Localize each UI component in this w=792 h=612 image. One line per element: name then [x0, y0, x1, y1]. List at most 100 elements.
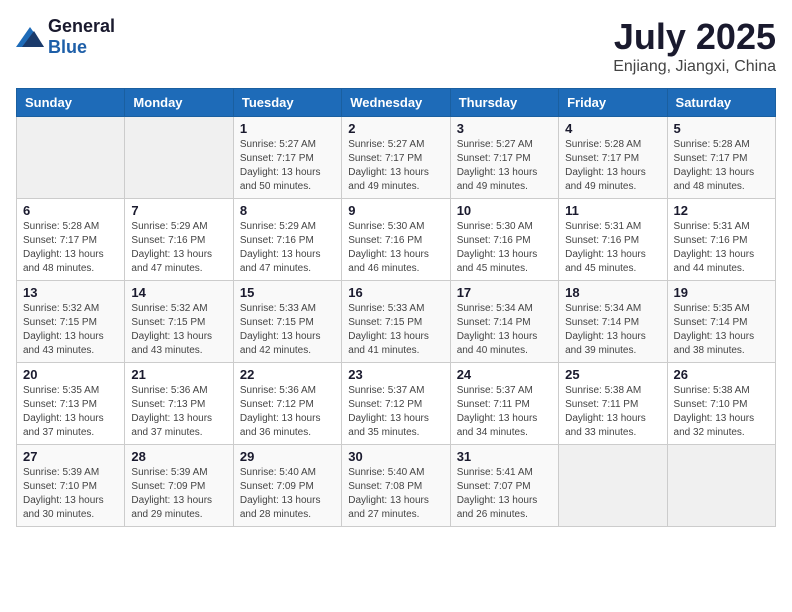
calendar-cell: 17Sunrise: 5:34 AMSunset: 7:14 PMDayligh… [450, 281, 558, 363]
day-info: Sunrise: 5:33 AMSunset: 7:15 PMDaylight:… [240, 302, 335, 358]
day-number: 27 [23, 449, 118, 464]
day-number: 22 [240, 367, 335, 382]
day-number: 8 [240, 203, 335, 218]
day-number: 9 [348, 203, 443, 218]
day-info: Sunrise: 5:36 AMSunset: 7:12 PMDaylight:… [240, 384, 335, 440]
day-header-sunday: Sunday [17, 89, 125, 117]
calendar-cell: 7 Sunrise: 5:29 AMSunset: 7:16 PMDaylight… [125, 199, 233, 281]
day-info: Sunrise: 5:40 AMSunset: 7:09 PMDaylight:… [240, 466, 335, 522]
calendar-cell: 13Sunrise: 5:32 AMSunset: 7:15 PMDayligh… [17, 281, 125, 363]
day-number: 19 [674, 285, 769, 300]
day-number: 14 [131, 285, 226, 300]
calendar-cell: 27 Sunrise: 5:39 AMSunset: 7:10 PMDayligh… [17, 445, 125, 527]
calendar-cell [17, 117, 125, 199]
day-number: 21 [131, 367, 226, 382]
day-info: Sunrise: 5:28 AMSunset: 7:17 PMDaylight:… [565, 138, 660, 194]
calendar-cell: 2 Sunrise: 5:27 AMSunset: 7:17 PMDaylight… [342, 117, 450, 199]
day-number: 5 [674, 121, 769, 136]
day-info: Sunrise: 5:31 AMSunset: 7:16 PMDaylight:… [674, 220, 769, 276]
calendar-cell: 30 Sunrise: 5:40 AMSunset: 7:08 PMDayligh… [342, 445, 450, 527]
calendar-cell: 8 Sunrise: 5:29 AMSunset: 7:16 PMDaylight… [233, 199, 341, 281]
day-info: Sunrise: 5:36 AMSunset: 7:13 PMDaylight:… [131, 384, 226, 440]
day-number: 20 [23, 367, 118, 382]
day-header-tuesday: Tuesday [233, 89, 341, 117]
week-row-2: 6Sunrise: 5:28 AMSunset: 7:17 PMDaylight… [17, 199, 776, 281]
day-info: Sunrise: 5:27 AMSunset: 7:17 PMDaylight:… [348, 138, 443, 194]
day-info: Sunrise: 5:38 AMSunset: 7:11 PMDaylight:… [565, 384, 660, 440]
day-info: Sunrise: 5:30 AMSunset: 7:16 PMDaylight:… [348, 220, 443, 276]
calendar-cell: 21 Sunrise: 5:36 AMSunset: 7:13 PMDayligh… [125, 363, 233, 445]
day-info: Sunrise: 5:29 AMSunset: 7:16 PMDaylight:… [131, 220, 226, 276]
calendar-cell [125, 117, 233, 199]
day-info: Sunrise: 5:33 AMSunset: 7:15 PMDaylight:… [348, 302, 443, 358]
day-number: 7 [131, 203, 226, 218]
calendar-cell: 22 Sunrise: 5:36 AMSunset: 7:12 PMDayligh… [233, 363, 341, 445]
calendar-cell: 16 Sunrise: 5:33 AMSunset: 7:15 PMDayligh… [342, 281, 450, 363]
day-info: Sunrise: 5:38 AMSunset: 7:10 PMDaylight:… [674, 384, 769, 440]
week-row-1: 1 Sunrise: 5:27 AMSunset: 7:17 PMDaylight… [17, 117, 776, 199]
title-section: July 2025 Enjiang, Jiangxi, China [613, 16, 776, 76]
day-info: Sunrise: 5:30 AMSunset: 7:16 PMDaylight:… [457, 220, 552, 276]
week-row-5: 27 Sunrise: 5:39 AMSunset: 7:10 PMDayligh… [17, 445, 776, 527]
day-info: Sunrise: 5:34 AMSunset: 7:14 PMDaylight:… [457, 302, 552, 358]
logo-blue: Blue [48, 37, 87, 57]
calendar-cell: 10 Sunrise: 5:30 AMSunset: 7:16 PMDayligh… [450, 199, 558, 281]
day-number: 31 [457, 449, 552, 464]
calendar-cell: 29 Sunrise: 5:40 AMSunset: 7:09 PMDayligh… [233, 445, 341, 527]
calendar-cell: 5 Sunrise: 5:28 AMSunset: 7:17 PMDaylight… [667, 117, 775, 199]
day-info: Sunrise: 5:35 AMSunset: 7:13 PMDaylight:… [23, 384, 118, 440]
location-title: Enjiang, Jiangxi, China [613, 58, 776, 76]
day-info: Sunrise: 5:41 AMSunset: 7:07 PMDaylight:… [457, 466, 552, 522]
day-number: 29 [240, 449, 335, 464]
day-number: 12 [674, 203, 769, 218]
calendar-cell: 9 Sunrise: 5:30 AMSunset: 7:16 PMDaylight… [342, 199, 450, 281]
calendar-table: SundayMondayTuesdayWednesdayThursdayFrid… [16, 88, 776, 527]
logo: General Blue [16, 16, 115, 58]
month-title: July 2025 [613, 16, 776, 58]
day-info: Sunrise: 5:29 AMSunset: 7:16 PMDaylight:… [240, 220, 335, 276]
calendar-cell: 14 Sunrise: 5:32 AMSunset: 7:15 PMDayligh… [125, 281, 233, 363]
calendar-cell: 20 Sunrise: 5:35 AMSunset: 7:13 PMDayligh… [17, 363, 125, 445]
calendar-cell: 18 Sunrise: 5:34 AMSunset: 7:14 PMDayligh… [559, 281, 667, 363]
day-number: 25 [565, 367, 660, 382]
calendar-cell: 28Sunrise: 5:39 AMSunset: 7:09 PMDayligh… [125, 445, 233, 527]
calendar-cell: 25 Sunrise: 5:38 AMSunset: 7:11 PMDayligh… [559, 363, 667, 445]
day-number: 10 [457, 203, 552, 218]
calendar-cell: 23 Sunrise: 5:37 AMSunset: 7:12 PMDayligh… [342, 363, 450, 445]
day-info: Sunrise: 5:37 AMSunset: 7:12 PMDaylight:… [348, 384, 443, 440]
calendar-cell: 4 Sunrise: 5:28 AMSunset: 7:17 PMDaylight… [559, 117, 667, 199]
calendar-cell: 15Sunrise: 5:33 AMSunset: 7:15 PMDayligh… [233, 281, 341, 363]
logo-general: General [48, 16, 115, 36]
day-number: 13 [23, 285, 118, 300]
day-number: 1 [240, 121, 335, 136]
day-info: Sunrise: 5:34 AMSunset: 7:14 PMDaylight:… [565, 302, 660, 358]
day-number: 4 [565, 121, 660, 136]
logo-text: General Blue [48, 16, 115, 58]
day-header-saturday: Saturday [667, 89, 775, 117]
day-number: 6 [23, 203, 118, 218]
day-number: 16 [348, 285, 443, 300]
day-info: Sunrise: 5:27 AMSunset: 7:17 PMDaylight:… [457, 138, 552, 194]
calendar-cell: 19Sunrise: 5:35 AMSunset: 7:14 PMDayligh… [667, 281, 775, 363]
calendar-cell: 3Sunrise: 5:27 AMSunset: 7:17 PMDaylight… [450, 117, 558, 199]
calendar-cell [667, 445, 775, 527]
day-info: Sunrise: 5:40 AMSunset: 7:08 PMDaylight:… [348, 466, 443, 522]
day-number: 30 [348, 449, 443, 464]
day-header-wednesday: Wednesday [342, 89, 450, 117]
week-row-3: 13 Sunrise: 5:32 AMSunset: 7:15 PMDayligh… [17, 281, 776, 363]
day-info: Sunrise: 5:39 AMSunset: 7:10 PMDaylight:… [23, 466, 118, 522]
calendar-cell: 1Sunrise: 5:27 AMSunset: 7:17 PMDaylight… [233, 117, 341, 199]
day-number: 26 [674, 367, 769, 382]
day-info: Sunrise: 5:28 AMSunset: 7:17 PMDaylight:… [674, 138, 769, 194]
calendar-cell [559, 445, 667, 527]
logo-icon [16, 27, 44, 47]
day-number: 24 [457, 367, 552, 382]
days-header-row: SundayMondayTuesdayWednesdayThursdayFrid… [17, 89, 776, 117]
day-header-monday: Monday [125, 89, 233, 117]
day-info: Sunrise: 5:32 AMSunset: 7:15 PMDaylight:… [131, 302, 226, 358]
day-number: 18 [565, 285, 660, 300]
day-number: 23 [348, 367, 443, 382]
day-number: 2 [348, 121, 443, 136]
day-number: 11 [565, 203, 660, 218]
day-info: Sunrise: 5:39 AMSunset: 7:09 PMDaylight:… [131, 466, 226, 522]
